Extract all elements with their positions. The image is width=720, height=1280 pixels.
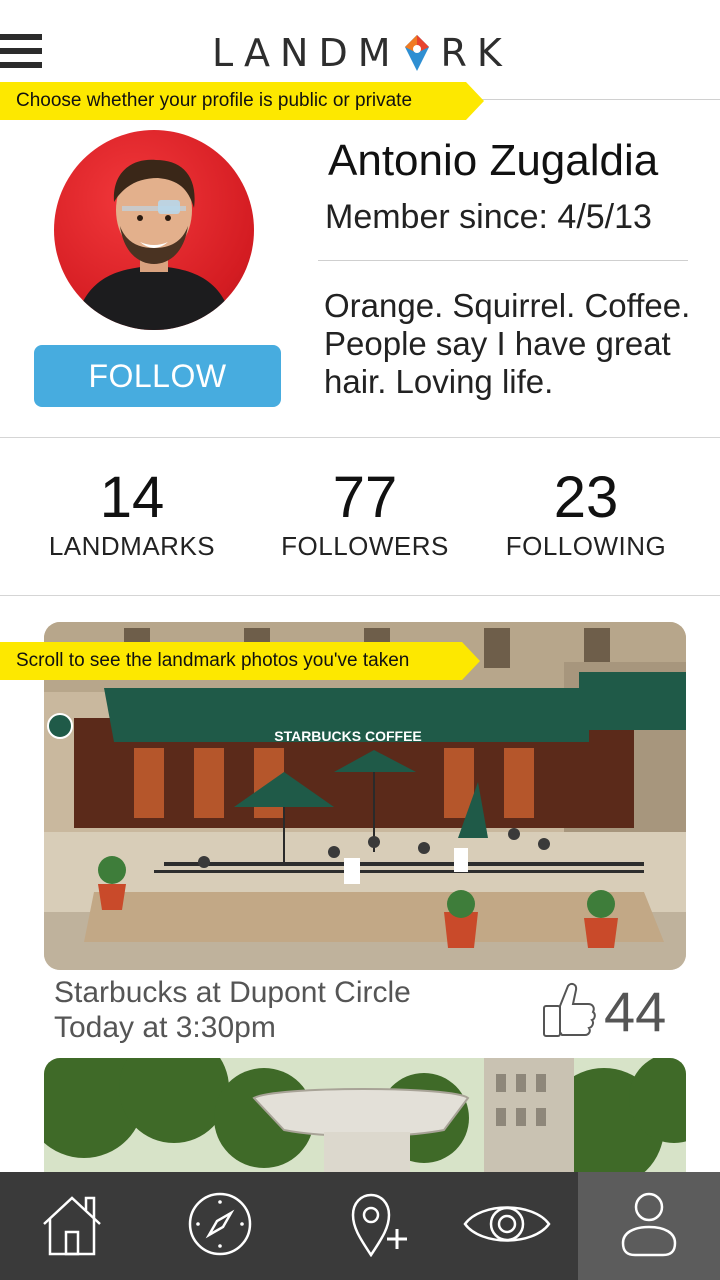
stat-following[interactable]: 23 FOLLOWING — [476, 466, 696, 562]
stat-label: FOLLOWERS — [281, 531, 449, 561]
divider — [0, 437, 720, 438]
landmark-title[interactable]: Starbucks at Dupont Circle — [54, 976, 411, 1010]
menu-bar — [0, 62, 42, 68]
tip-scroll-photos: Scroll to see the landmark photos you've… — [0, 642, 480, 680]
profile-name: Antonio Zugaldia — [328, 136, 659, 185]
stat-followers[interactable]: 77 FOLLOWERS — [255, 466, 475, 562]
thumbs-up-icon[interactable] — [538, 980, 596, 1040]
starbucks-sign: STARBUCKS COFFEE — [274, 728, 422, 744]
nav-add-landmark[interactable] — [310, 1172, 454, 1280]
compass-icon — [187, 1191, 253, 1262]
menu-icon[interactable] — [0, 34, 42, 70]
app-logo: LANDM RK — [212, 30, 502, 76]
stat-label: FOLLOWING — [505, 531, 667, 561]
like-count: 44 — [604, 980, 667, 1043]
logo-text-left: LANDM — [212, 31, 401, 75]
stat-value: 23 — [553, 465, 619, 530]
profile-icon — [621, 1191, 677, 1262]
menu-bar — [0, 34, 42, 40]
stat-label: LANDMARKS — [48, 531, 216, 561]
eye-icon — [463, 1194, 551, 1259]
follow-button[interactable]: FOLLOW — [34, 345, 281, 407]
stat-value: 77 — [332, 465, 398, 530]
nav-profile[interactable] — [578, 1172, 720, 1280]
menu-bar — [0, 48, 42, 54]
add-location-icon — [349, 1191, 415, 1262]
landmark-time: Today at 3:30pm — [54, 1011, 276, 1044]
nav-explore[interactable] — [148, 1172, 292, 1280]
nav-watch[interactable] — [435, 1172, 579, 1280]
avatar — [54, 130, 254, 330]
logo-text-right: RK — [440, 31, 512, 75]
member-since: Member since: 4/5/13 — [325, 198, 652, 236]
stat-value: 14 — [99, 465, 165, 530]
divider — [0, 595, 720, 596]
bottom-nav — [0, 1172, 720, 1280]
divider — [318, 260, 688, 261]
landmark-photo[interactable] — [44, 1058, 686, 1188]
stat-landmarks[interactable]: 14 LANDMARKS — [22, 466, 242, 562]
tip-profile-privacy: Choose whether your profile is public or… — [0, 82, 484, 120]
logo-pin-icon — [403, 33, 431, 73]
home-icon — [40, 1192, 104, 1261]
profile-bio: Orange. Squirrel. Coffee. People say I h… — [324, 287, 691, 400]
nav-home[interactable] — [0, 1172, 144, 1280]
